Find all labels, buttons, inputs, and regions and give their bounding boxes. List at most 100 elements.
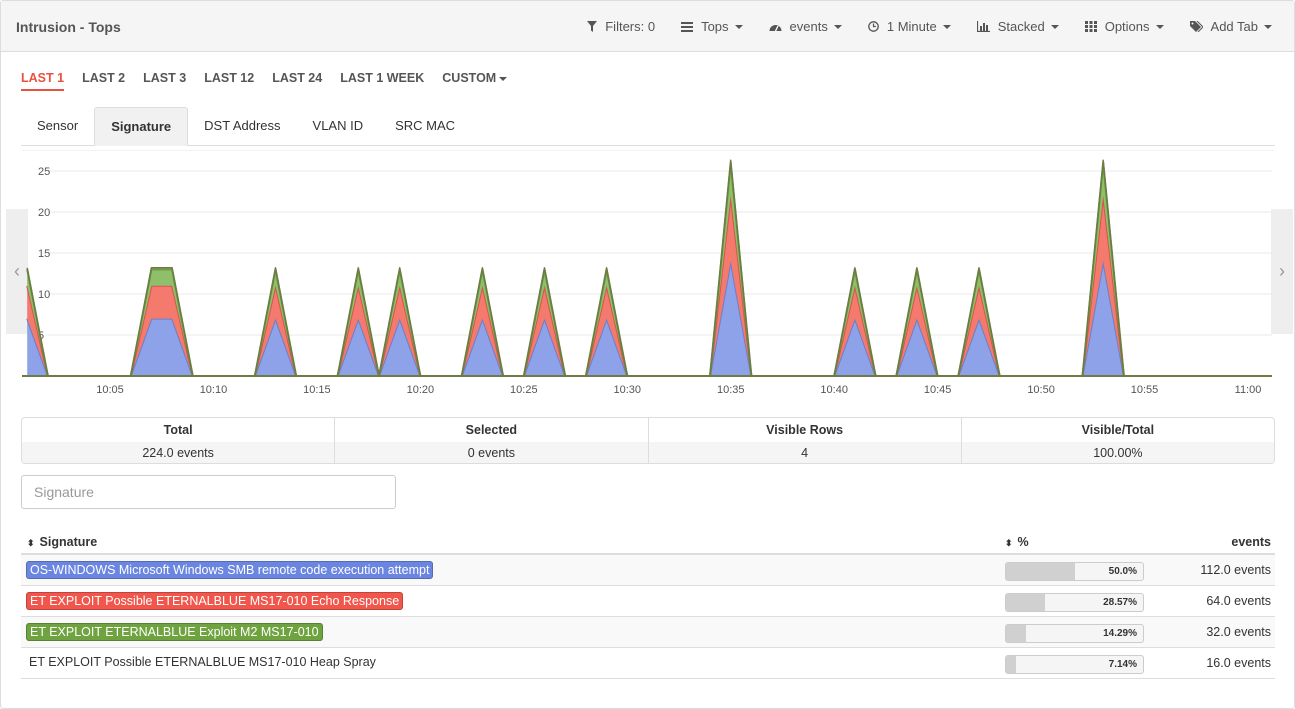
percent-value: 28.57% [1103, 597, 1137, 608]
signature-label[interactable]: ET EXPLOIT Possible ETERNALBLUE MS17-010… [26, 654, 379, 670]
list-icon [681, 21, 694, 32]
range-last-24[interactable]: LAST 24 [272, 71, 322, 91]
sort-icon: ⬍ [1005, 538, 1013, 548]
x-tick-label: 10:50 [1027, 384, 1055, 396]
range-custom-label: CUSTOM [442, 71, 497, 85]
area-series-3 [27, 160, 1269, 376]
column-header-signature[interactable]: ⬍ Signature [27, 535, 97, 549]
signature-label[interactable]: OS-WINDOWS Microsoft Windows SMB remote … [26, 561, 434, 579]
caret-down-icon [734, 24, 743, 29]
grid-icon [1084, 21, 1097, 32]
clock-icon [868, 21, 879, 32]
line-series-3 [26, 159, 1269, 377]
tags-icon [1189, 21, 1203, 32]
filter-icon [587, 21, 598, 32]
column-header-percent[interactable]: ⬍% [1005, 535, 1029, 549]
signature-filter-input[interactable] [21, 475, 396, 509]
signature-label[interactable]: ET EXPLOIT ETERNALBLUE Exploit M2 MS17-0… [26, 623, 323, 641]
toolbar: Filters: 0 Tops events 1 Minute Stacked … [561, 1, 1272, 52]
tab-signature[interactable]: Signature [94, 107, 189, 146]
caret-down-icon [1155, 24, 1164, 29]
stat-visible-rows: Visible Rows 4 [648, 418, 962, 463]
percent-bar-fill [1006, 625, 1026, 642]
signature-label[interactable]: ET EXPLOIT Possible ETERNALBLUE MS17-010… [26, 592, 404, 610]
time-range-selector: LAST 1 LAST 2 LAST 3 LAST 12 LAST 24 LAS… [21, 71, 525, 91]
dashboard-icon [769, 22, 782, 32]
percent-bar: 28.57% [1005, 593, 1144, 612]
caret-down-icon [1050, 24, 1059, 29]
column-label: % [1017, 535, 1029, 549]
range-custom[interactable]: CUSTOM [442, 71, 508, 91]
range-last-12[interactable]: LAST 12 [204, 71, 254, 91]
x-tick-label: 10:15 [303, 384, 331, 396]
caret-down-icon [833, 24, 842, 29]
tab-dst-address[interactable]: DST Address [188, 107, 296, 146]
table-row[interactable]: ET EXPLOIT Possible ETERNALBLUE MS17-010… [21, 586, 1275, 617]
add-tab-dropdown[interactable]: Add Tab [1189, 19, 1272, 34]
line-series-0 [26, 260, 1269, 377]
stat-value: 100.00% [961, 442, 1274, 463]
options-dropdown[interactable]: Options [1084, 19, 1164, 34]
x-tick-label: 10:45 [924, 384, 952, 396]
tops-label: Tops [701, 19, 729, 34]
range-last-2[interactable]: LAST 2 [82, 71, 125, 91]
stat-value: 224.0 events [22, 442, 335, 463]
range-last-3[interactable]: LAST 3 [143, 71, 186, 91]
event-count: 32.0 events [1206, 625, 1271, 639]
caret-down-icon [499, 76, 508, 81]
tops-dropdown[interactable]: Tops [681, 19, 743, 34]
x-tick-label: 10:30 [614, 384, 642, 396]
events-dropdown[interactable]: events [769, 19, 842, 34]
event-count: 112.0 events [1200, 563, 1271, 577]
stat-value: 4 [648, 442, 961, 463]
y-tick-label: 10 [38, 289, 50, 301]
x-tick-label: 10:10 [200, 384, 228, 396]
y-tick-label: 25 [38, 166, 50, 178]
stat-value: 0 events [335, 442, 648, 463]
percent-bar-fill [1006, 594, 1046, 611]
sort-icon: ⬍ [27, 538, 35, 548]
stat-total: Total 224.0 events [22, 418, 336, 463]
range-last-1-week[interactable]: LAST 1 WEEK [340, 71, 424, 91]
percent-bar-fill [1006, 656, 1016, 673]
x-tick-label: 10:55 [1131, 384, 1159, 396]
stat-selected: Selected 0 events [335, 418, 649, 463]
column-label: Signature [39, 535, 98, 549]
tabs: Sensor Signature DST Address VLAN ID SRC… [21, 107, 1275, 146]
caret-down-icon [942, 24, 951, 29]
table-row[interactable]: ET EXPLOIT Possible ETERNALBLUE MS17-010… [21, 648, 1275, 679]
percent-value: 50.0% [1108, 566, 1137, 577]
table-row[interactable]: ET EXPLOIT ETERNALBLUE Exploit M2 MS17-0… [21, 617, 1275, 648]
stacked-dropdown[interactable]: Stacked [976, 19, 1059, 34]
stat-visible-total: Visible/Total 100.00% [961, 418, 1274, 463]
widget-title: Intrusion - Tops [16, 19, 121, 35]
x-tick-label: 10:40 [820, 384, 848, 396]
stacked-area-chart[interactable]: 51015202510:05 10:10 10:15 10:20 10:25 10:30 1… [0, 150, 1295, 400]
table-row[interactable]: OS-WINDOWS Microsoft Windows SMB remote … [21, 555, 1275, 586]
column-header-events[interactable]: events [1231, 535, 1271, 549]
chart-container: ‹ › 5 10 15 20 25 10:05 10:10 10:15 10:20 10:25 10… [0, 150, 1295, 400]
stat-label: Selected [465, 423, 518, 437]
percent-bar: 50.0% [1005, 562, 1144, 581]
percent-value: 7.14% [1108, 659, 1137, 670]
bar-chart-icon [976, 21, 990, 32]
widget-header: Intrusion - Tops Filters: 0 Tops events [1, 1, 1294, 52]
x-tick-label: 11:00 [1235, 384, 1262, 396]
area-series-0 [27, 261, 1269, 376]
options-label: Options [1104, 19, 1150, 34]
y-tick-label: 20 [38, 207, 50, 219]
tab-vlan-id[interactable]: VLAN ID [297, 107, 380, 146]
interval-label: 1 Minute [886, 19, 937, 34]
tab-sensor[interactable]: Sensor [21, 107, 94, 146]
line-series-1 [26, 194, 1269, 377]
stat-label: Visible Rows [766, 423, 844, 437]
interval-dropdown[interactable]: 1 Minute [868, 19, 951, 34]
y-tick-label: 15 [38, 248, 50, 260]
tab-src-mac[interactable]: SRC MAC [379, 107, 471, 146]
area-series-1 [27, 195, 1269, 376]
x-tick-label: 10:35 [717, 384, 745, 396]
percent-bar: 7.14% [1005, 655, 1144, 674]
filters-button[interactable]: Filters: 0 [587, 19, 655, 34]
range-last-1[interactable]: LAST 1 [21, 71, 65, 91]
table-header: ⬍ Signature ⬍% events [21, 530, 1275, 555]
